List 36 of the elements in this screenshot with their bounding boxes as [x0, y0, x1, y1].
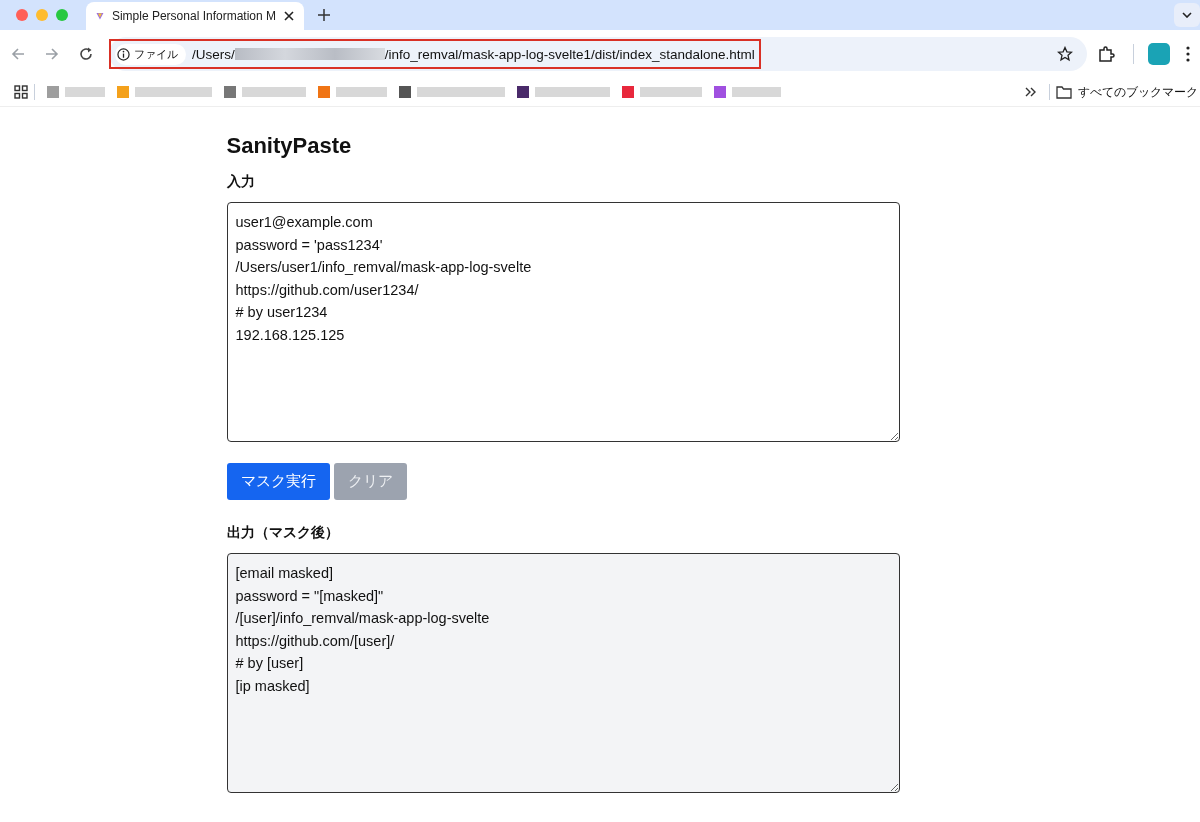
site-info-chip[interactable]: ファイル — [115, 43, 186, 65]
puzzle-icon[interactable] — [1097, 45, 1115, 63]
profile-avatar[interactable] — [1148, 43, 1170, 65]
all-bookmarks-button[interactable]: すべてのブックマーク — [1056, 83, 1200, 101]
tab-title: Simple Personal Information M — [111, 9, 276, 23]
input-label: 入力 — [226, 173, 256, 191]
chevron-down-icon — [1182, 12, 1192, 18]
new-tab-icon[interactable] — [318, 9, 330, 21]
reload-icon[interactable] — [79, 47, 93, 61]
star-icon[interactable] — [1057, 46, 1073, 62]
folder-icon — [1056, 85, 1072, 99]
more-bookmarks-icon[interactable] — [1025, 87, 1037, 97]
address-bar[interactable]: ファイル /Users/ /info_remval/mask-app-log-svelte1/dist/index_standalone.html — [109, 37, 1087, 71]
blurred-text — [242, 87, 306, 97]
back-icon[interactable] — [11, 47, 25, 61]
action-button[interactable]: マスク実行 — [226, 463, 330, 500]
blurred-text — [732, 87, 781, 97]
scheme-label: ファイル — [134, 46, 178, 62]
tab-search-button[interactable] — [1174, 3, 1200, 27]
output-label: 出力（マスク後） — [226, 524, 340, 542]
app-title: SanityPaste — [226, 133, 353, 159]
input-textarea[interactable]: user1@example.com password = 'pass1234' /Users/user1/info_remval/mask-app-log-svelte https://github.com/user1234/ # by user1234 192.168.125.125 — [226, 202, 900, 442]
close-window-button[interactable] — [16, 9, 28, 21]
blurred-text — [336, 87, 387, 97]
browser-tab[interactable]: Simple Personal Information M — [86, 2, 304, 30]
blurred-text — [65, 87, 105, 97]
blurred-text — [640, 87, 702, 97]
apps-grid-icon[interactable] — [14, 85, 28, 99]
close-tab-icon[interactable] — [284, 11, 294, 21]
output-textarea[interactable]: [email masked] password = "[masked]" /[user]/info_remval/mask-app-log-svelte https://github.com/[user]/ # by [user] [ip masked] — [226, 553, 900, 793]
url-text: /info_remval/mask-app-log-svelte1/dist/index_standalone.html — [384, 46, 755, 62]
url-text: /Users/ — [192, 46, 235, 62]
forward-icon[interactable] — [45, 47, 59, 61]
zoom-window-button[interactable] — [56, 9, 68, 21]
info-icon — [117, 47, 130, 61]
more-menu-icon[interactable] — [1186, 46, 1190, 62]
